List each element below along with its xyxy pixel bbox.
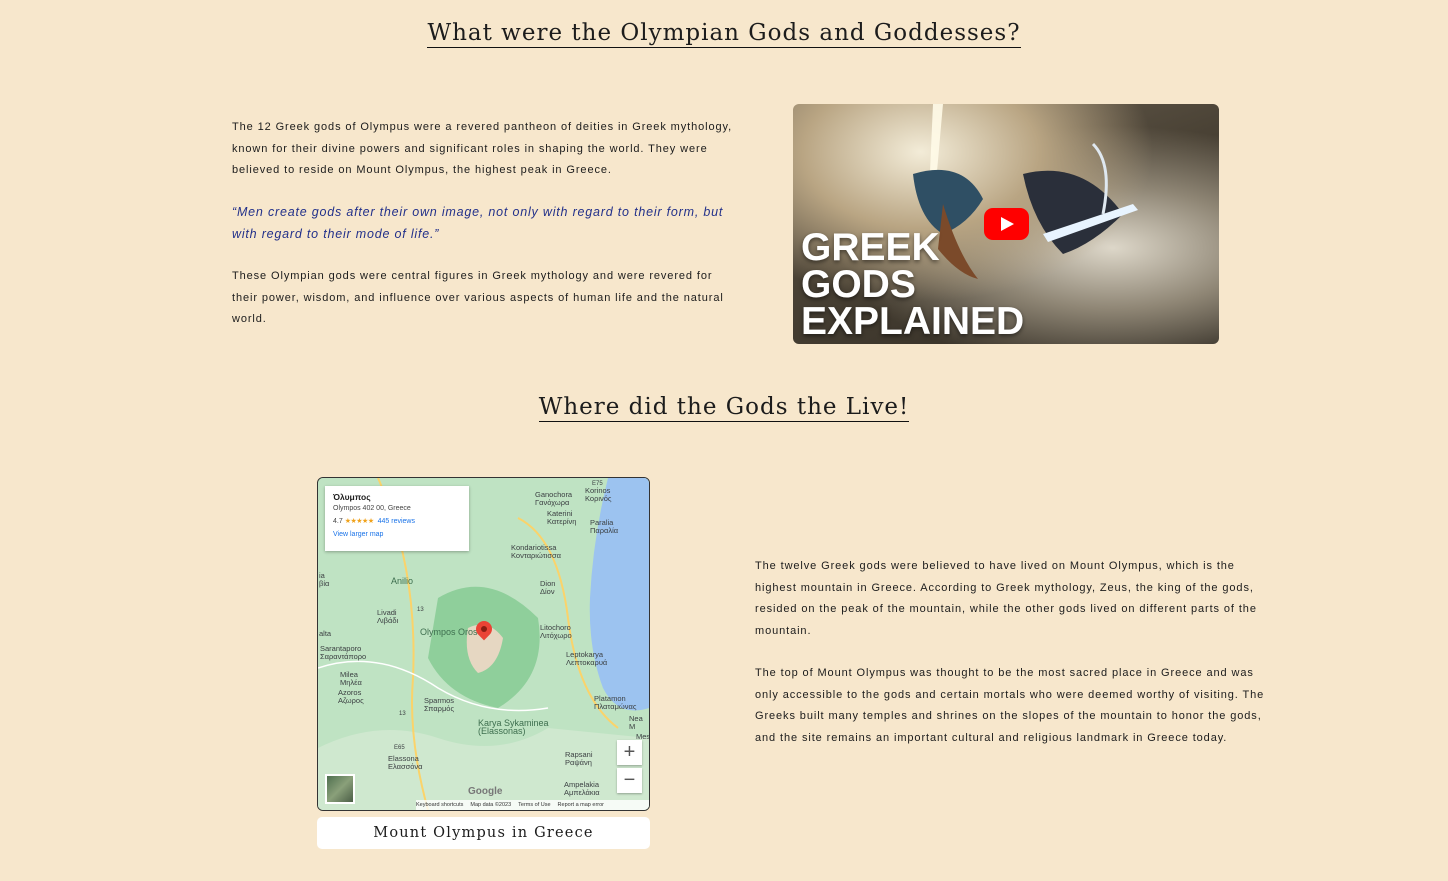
map-label: Katerini Κατερίνη [547, 509, 577, 526]
map-label: Leptokarya Λεπτοκαρυά [566, 650, 608, 667]
map-label: Sarantaporo Σαραντάπορο [320, 644, 367, 661]
map-label: Platamon Πλαταμώνας [594, 694, 637, 711]
map-label: Ampelakia Αμπελάκια [564, 780, 600, 797]
terms-link[interactable]: Terms of Use [518, 802, 550, 808]
map-label: Dion Δίον [540, 579, 556, 596]
video-title: GREEK GODS EXPLAINED [801, 226, 1025, 343]
zoom-out-button[interactable]: − [617, 768, 642, 793]
map-label: Karya Sykaminea (Elassonas) [478, 718, 549, 736]
place-rating: 4.7 ★★★★★ 445 reviews [333, 517, 461, 525]
olympus-paragraph: The twelve Greek gods were believed to h… [755, 560, 1257, 637]
map-label: Anilio [391, 576, 414, 586]
report-map-error-link[interactable]: Report a map error [558, 802, 604, 808]
map-label: Paralia Παραλία [590, 518, 619, 535]
satellite-toggle-button[interactable] [325, 774, 355, 804]
map-label: Sparmos Σπαρμός [424, 696, 455, 713]
map-label: Korinos Κορινός [585, 486, 612, 503]
intro-paragraph: The 12 Greek gods of Olympus were a reve… [232, 121, 733, 176]
road-shield-e65: E65 [394, 745, 405, 751]
map-label: Elassona Ελασσόνα [388, 754, 423, 771]
rating-value: 4.7 [333, 518, 343, 525]
map-data-text: Map data ©2023 [470, 802, 512, 808]
road-shield-13: 13 [417, 607, 424, 613]
star-rating-icon: ★★★★★ [344, 518, 374, 525]
zoom-in-button[interactable]: + [617, 740, 642, 765]
map-label: Livadi Λιβάδι [377, 608, 399, 625]
map-label: Milea Μηλέα [340, 670, 362, 687]
map-label: Ganochora Γανόχωρα [535, 490, 573, 507]
road-shield-13: 13 [399, 711, 406, 717]
map-footer: Keyboard shortcuts Map data ©2023 Terms of… [416, 800, 649, 810]
view-larger-map-link[interactable]: View larger map [333, 531, 461, 538]
map-label: Azoros Αζωρος [338, 688, 364, 705]
keyboard-shortcuts-link[interactable]: Keyboard shortcuts [416, 802, 463, 808]
reviews-link[interactable]: 445 reviews [378, 518, 415, 525]
google-logo: Google [468, 786, 503, 797]
map-caption: Mount Olympus in Greece [317, 817, 650, 849]
quote: “Men create gods after their own image, … [232, 205, 724, 241]
map-label: Olympos Oros [420, 627, 478, 637]
place-name: Όλυμπος [333, 492, 371, 502]
map-label: Rapsani Ραψάνη [565, 750, 593, 767]
map-label: Kondariotissa Κονταριώτισσα [511, 543, 561, 560]
video-embed[interactable]: GREEK GODS EXPLAINED [793, 104, 1219, 344]
place-info-card: Όλυμπος Olympos 402 00, Greece 4.7 ★★★★★ 4… [325, 486, 469, 551]
section-heading-olympian-gods: What were the Olympian Gods and Goddesse… [427, 20, 1021, 48]
section-heading-where-gods-lived: Where did the Gods the Live! [538, 394, 910, 422]
map-label: Nea M [629, 714, 643, 731]
map-label: alta [319, 629, 332, 638]
gods-paragraph: These Olympian gods were central figures… [232, 270, 724, 325]
google-map-embed[interactable]: Όλυμπος Olympos 402 00, Greece 4.7 ★★★★★ 4… [317, 477, 650, 811]
place-address: Olympos 402 00, Greece [333, 505, 411, 512]
road-shield-e75: E75 [592, 481, 603, 487]
sacred-place-paragraph: The top of Mount Olympus was thought to … [755, 667, 1265, 744]
map-label: Litochoro Λιτόχωρο [540, 623, 572, 640]
map-label: ia βία [319, 571, 330, 588]
